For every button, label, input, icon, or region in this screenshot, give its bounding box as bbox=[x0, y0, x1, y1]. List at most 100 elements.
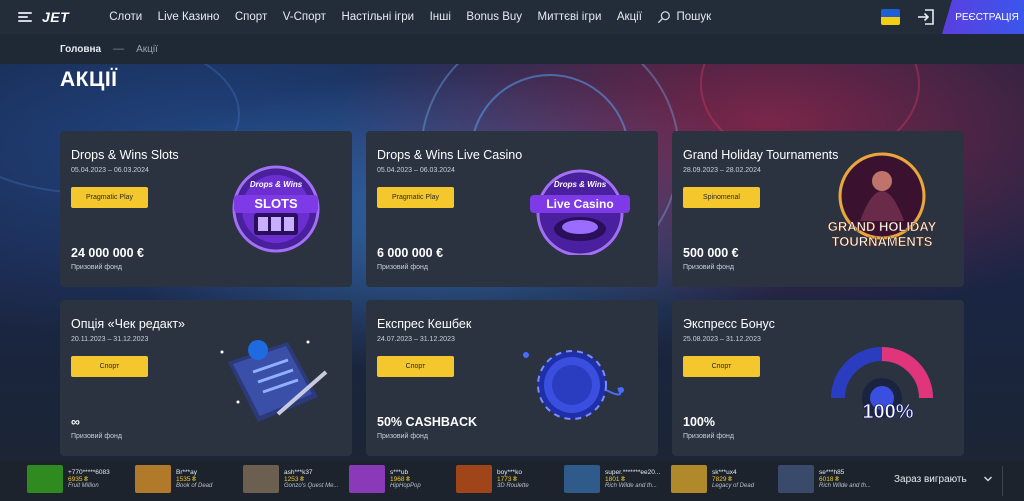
badge-top-text: Drops & Wins bbox=[554, 180, 607, 189]
nav-bonus-buy[interactable]: Bonus Buy bbox=[466, 11, 522, 23]
breadcrumb-separator-icon: — bbox=[113, 43, 125, 55]
badge-main-text: SLOTS bbox=[254, 196, 298, 211]
nav-slots[interactable]: Слоти bbox=[109, 11, 142, 23]
prize-fund-label: Призовий фонд bbox=[71, 433, 122, 440]
game-thumbnail bbox=[243, 465, 279, 493]
search-label: Пошук bbox=[676, 11, 712, 23]
divider bbox=[1002, 466, 1003, 496]
promo-dates: 20.11.2023 – 31.12.2023 bbox=[71, 336, 149, 343]
prize-fund-label: Призовий фонд bbox=[683, 264, 734, 271]
page-title: АКЦІЇ bbox=[60, 68, 118, 91]
menu-icon[interactable] bbox=[18, 12, 32, 22]
speedometer-text: 100% bbox=[862, 401, 913, 423]
promo-dates: 25.08.2023 – 31.12.2023 bbox=[683, 336, 761, 343]
nav-other[interactable]: Інші bbox=[430, 11, 451, 23]
winner-amount: 1535 ₴ bbox=[176, 475, 196, 483]
winner-item[interactable]: +770*****6083 6935 ₴ Fruit Million bbox=[27, 464, 110, 494]
prize-amount: 24 000 000 € bbox=[71, 246, 144, 260]
prize-amount: 100% bbox=[683, 415, 715, 429]
winner-user: ash***k37 bbox=[284, 468, 313, 476]
promo-title: Экспресс Бонус bbox=[683, 317, 775, 331]
breadcrumb-home[interactable]: Головна bbox=[60, 44, 101, 55]
search-button[interactable]: Пошук bbox=[657, 10, 711, 24]
winner-game: Fruit Million bbox=[68, 482, 99, 489]
winner-game: Rich Wilde and th... bbox=[819, 482, 871, 489]
breadcrumb: Головна — Акції bbox=[0, 34, 1024, 64]
promo-card-drops-wins-live-casino[interactable]: Drops & Wins Live Casino 05.04.2023 – 06… bbox=[366, 131, 658, 287]
coupon-edit-image bbox=[220, 340, 328, 422]
game-thumbnail bbox=[456, 465, 492, 493]
promo-card-express-bonus[interactable]: Экспресс Бонус 25.08.2023 – 31.12.2023 С… bbox=[672, 300, 964, 456]
cashback-chip-image bbox=[523, 350, 624, 420]
winner-item[interactable]: ash***k37 1253 ₴ Gonzo's Quest Me... bbox=[243, 464, 339, 494]
winner-game: Gonzo's Quest Me... bbox=[284, 482, 339, 489]
nav-v-sport[interactable]: V-Спорт bbox=[283, 11, 326, 23]
nav-table-games[interactable]: Настільні ігри bbox=[341, 11, 414, 23]
nav-live-casino[interactable]: Live Казино bbox=[158, 11, 220, 23]
nav-sport[interactable]: Спорт bbox=[235, 11, 267, 23]
winner-item[interactable]: se***h85 6018 ₴ Rich Wilde and th... bbox=[778, 464, 871, 494]
main-nav: Слоти Live Казино Спорт V-Спорт Настільн… bbox=[109, 11, 657, 23]
promo-title: Опція «Чек редакт» bbox=[71, 317, 186, 331]
winner-amount: 1968 ₴ bbox=[390, 475, 410, 483]
winner-item[interactable]: boy***ko 1773 ₴ 3D Roulette bbox=[456, 464, 529, 494]
winner-user: super.*******ee20... bbox=[605, 468, 661, 476]
winning-now-label: Зараз виграють bbox=[894, 474, 967, 485]
game-thumbnail bbox=[27, 465, 63, 493]
promo-card-check-redact[interactable]: Опція «Чек редакт» 20.11.2023 – 31.12.20… bbox=[60, 300, 352, 456]
winner-user: s***ub bbox=[390, 468, 409, 476]
promo-title: Експрес Кешбек bbox=[377, 317, 472, 331]
winner-game: Legacy of Dead bbox=[712, 482, 755, 489]
register-button[interactable]: РЕЄСТРАЦІЯ bbox=[942, 0, 1024, 34]
nav-instant-games[interactable]: Миттєві ігри bbox=[538, 11, 602, 23]
promo-card-grand-holiday-tournaments[interactable]: Grand Holiday Tournaments 28.09.2023 – 2… bbox=[672, 131, 964, 287]
winner-user: +770*****6083 bbox=[68, 468, 110, 476]
winner-user: se***h85 bbox=[819, 468, 845, 476]
sport-button[interactable]: Спорт bbox=[377, 356, 454, 377]
game-thumbnail bbox=[671, 465, 707, 493]
provider-button[interactable]: Spinomenal bbox=[683, 187, 760, 208]
winner-amount: 7829 ₴ bbox=[712, 475, 732, 483]
winner-item[interactable]: super.*******ee20... 1801 ₴ Rich Wilde a… bbox=[564, 464, 660, 494]
winner-user: sk***ux4 bbox=[712, 468, 737, 476]
prize-fund-label: Призовий фонд bbox=[377, 433, 428, 440]
promo-dates: 05.04.2023 – 06.03.2024 bbox=[71, 167, 149, 174]
prize-amount: 6 000 000 € bbox=[377, 246, 444, 260]
winner-amount: 6935 ₴ bbox=[68, 475, 88, 483]
search-icon bbox=[658, 11, 671, 24]
live-casino-badge-image: Live Casino Drops & Wins bbox=[530, 169, 630, 255]
promo-dates: 24.07.2023 – 31.12.2023 bbox=[377, 336, 455, 343]
speedometer-image: 100% bbox=[831, 347, 933, 423]
logo[interactable]: JET bbox=[42, 9, 69, 25]
promo-title: Drops & Wins Live Casino bbox=[377, 148, 523, 162]
game-thumbnail bbox=[349, 465, 385, 493]
winner-amount: 1773 ₴ bbox=[497, 475, 517, 483]
badge-top-text: Drops & Wins bbox=[250, 180, 303, 189]
game-thumbnail bbox=[564, 465, 600, 493]
tournaments-image: GRAND HOLIDAY TOURNAMENTS bbox=[827, 152, 937, 249]
promo-title: Drops & Wins Slots bbox=[71, 148, 179, 162]
prize-fund-label: Призовий фонд bbox=[683, 433, 734, 440]
promo-card-drops-wins-slots[interactable]: Drops & Wins Slots 05.04.2023 – 06.03.20… bbox=[60, 131, 352, 287]
prize-amount: ∞ bbox=[71, 415, 80, 429]
ukraine-flag-icon[interactable] bbox=[881, 9, 900, 25]
sport-button[interactable]: Спорт bbox=[71, 356, 148, 377]
game-thumbnail bbox=[778, 465, 814, 493]
game-thumbnail bbox=[135, 465, 171, 493]
winner-item[interactable]: s***ub 1968 ₴ HipHopPop bbox=[349, 464, 421, 494]
badge-main-text: Live Casino bbox=[546, 197, 613, 211]
prize-fund-label: Призовий фонд bbox=[71, 264, 122, 271]
promo-dates: 28.09.2023 – 28.02.2024 bbox=[683, 167, 761, 174]
promo-card-express-cashback[interactable]: Експрес Кешбек 24.07.2023 – 31.12.2023 С… bbox=[366, 300, 658, 456]
login-icon[interactable] bbox=[917, 8, 935, 26]
prize-amount: 500 000 € bbox=[683, 246, 739, 260]
provider-button[interactable]: Pragmatic Play bbox=[377, 187, 454, 208]
provider-button[interactable]: Pragmatic Play bbox=[71, 187, 148, 208]
winner-item[interactable]: Br***ay 1535 ₴ Book of Dead bbox=[135, 464, 212, 494]
nav-promotions[interactable]: Акції bbox=[617, 11, 642, 23]
winner-item[interactable]: sk***ux4 7829 ₴ Legacy of Dead bbox=[671, 464, 754, 494]
sport-button[interactable]: Спорт bbox=[683, 356, 760, 377]
breadcrumb-current: Акції bbox=[136, 43, 158, 55]
chevron-down-icon[interactable] bbox=[983, 474, 993, 484]
winner-game: 3D Roulette bbox=[497, 482, 529, 489]
